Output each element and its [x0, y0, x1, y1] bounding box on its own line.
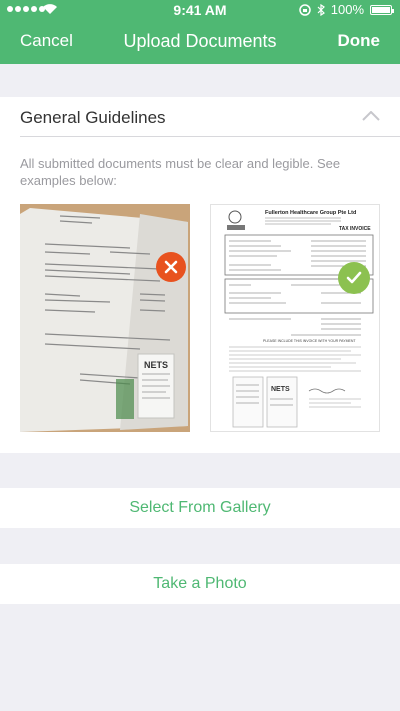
battery-icon [370, 4, 394, 15]
take-a-photo-button[interactable]: Take a Photo [0, 564, 400, 604]
guidelines-title: General Guidelines [20, 108, 166, 127]
close-icon [164, 260, 178, 274]
navigation-bar: Cancel Upload Documents Done [0, 20, 400, 64]
bad-example-image: NETS [20, 204, 190, 432]
guidelines-header[interactable]: General Guidelines [20, 97, 400, 137]
done-button[interactable]: Done [338, 31, 381, 51]
check-icon [346, 271, 362, 284]
invoice-footer: PLEASE INCLUDE THIS INVOICE WITH YOUR PA… [263, 339, 356, 343]
invoice-company-name: Fullerton Healthcare Group Pte Ltd [265, 210, 356, 216]
bluetooth-icon [317, 3, 325, 16]
nets-receipt-label: NETS [144, 360, 168, 370]
guidelines-description: All submitted documents must be clear an… [20, 156, 341, 188]
nets-receipt-label-good: NETS [271, 386, 290, 393]
orientation-lock-icon [299, 3, 311, 16]
battery-percentage: 100% [330, 2, 364, 17]
bad-example-badge [156, 252, 186, 282]
invoice-doc-type: TAX INVOICE [339, 226, 371, 232]
chevron-up-icon[interactable] [362, 111, 380, 121]
good-example-image: Fullerton Healthcare Group Pte Ltd TAX I… [210, 204, 380, 432]
cancel-button[interactable]: Cancel [20, 31, 73, 51]
select-from-gallery-button[interactable]: Select From Gallery [0, 488, 400, 528]
status-bar: 9:41 AM 100% [0, 0, 400, 20]
good-example-badge [338, 262, 370, 294]
